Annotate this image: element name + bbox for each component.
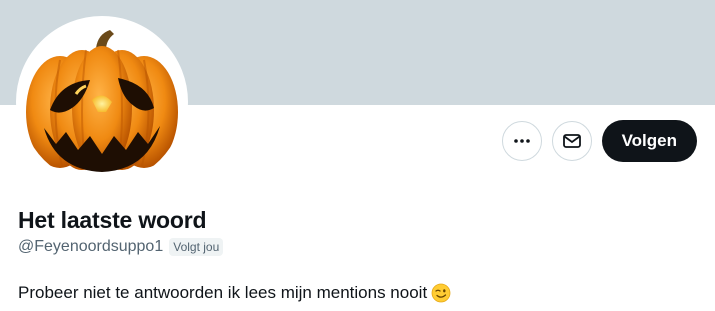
message-button[interactable] bbox=[551, 121, 592, 161]
profile-actions: Volgen bbox=[501, 120, 697, 162]
handle-row: @Feyenoordsuppo1 Volgt jou bbox=[18, 238, 224, 256]
envelope-icon bbox=[562, 134, 581, 148]
more-options-button[interactable] bbox=[501, 121, 542, 161]
profile-bio: Probeer niet te antwoorden ik lees mijn … bbox=[18, 283, 451, 303]
profile-avatar[interactable] bbox=[16, 16, 188, 188]
follows-you-badge: Volgt jou bbox=[169, 238, 224, 256]
pumpkin-avatar-image bbox=[20, 20, 184, 184]
bio-text: Probeer niet te antwoorden ik lees mijn … bbox=[18, 283, 428, 302]
user-handle: @Feyenoordsuppo1 bbox=[18, 238, 164, 255]
follow-button[interactable]: Volgen bbox=[601, 120, 697, 162]
winking-face-emoji-icon bbox=[431, 283, 451, 303]
more-horizontal-icon bbox=[513, 139, 530, 143]
display-name: Het laatste woord bbox=[18, 207, 207, 233]
